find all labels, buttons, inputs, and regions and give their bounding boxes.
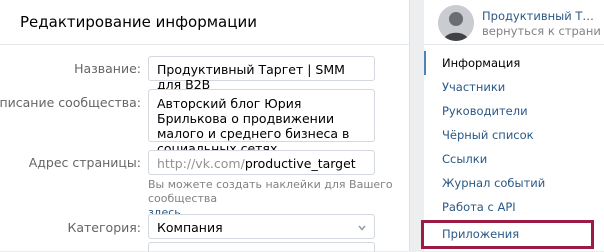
address-label: Адрес страницы: [28,155,141,170]
community-header[interactable]: Продуктивный Таргет | S... вернуться к с… [424,0,604,45]
address-value: productive_target [244,156,356,171]
chevron-down-icon [358,225,366,231]
nav-item-managers[interactable]: Руководители [424,99,604,123]
nav-item-api[interactable]: Работа с API [424,195,604,219]
community-name[interactable]: Продуктивный Таргет | S... [482,9,600,23]
nav-item-info[interactable]: Информация [424,51,604,75]
nav-item-blacklist[interactable]: Чёрный список [424,123,604,147]
address-prefix: http://vk.com/ [157,156,245,171]
avatar [438,5,474,41]
edit-info-panel: Редактирование информации Название: Прод… [0,0,410,252]
description-textarea[interactable]: Авторский блог Юрия Брилькова о продвиже… [148,89,375,156]
nav-item-event-log[interactable]: Журнал событий [424,171,604,195]
nav-item-members[interactable]: Участники [424,75,604,99]
nav-item-links[interactable]: Ссылки [424,147,604,171]
user-photo-icon [438,5,474,41]
description-label: Описание сообщества: [0,95,141,110]
name-input[interactable]: Продуктивный Таргет | SMM для B2B [148,56,375,92]
address-hint-text: Вы можете создать наклейки для Вашего со… [148,178,393,205]
address-input[interactable]: http://vk.com/productive_target [148,150,375,175]
panel-title: Редактирование информации [0,0,409,45]
name-label: Название: [74,61,141,76]
category-label: Категория: [67,220,141,235]
community-menu: Продуктивный Таргет | S... вернуться к с… [424,0,604,251]
category-select[interactable]: Компания [148,214,375,239]
apps-highlight-frame [421,220,594,249]
back-to-page-link[interactable]: вернуться к странице [482,24,600,38]
category-value: Компания [157,220,223,235]
